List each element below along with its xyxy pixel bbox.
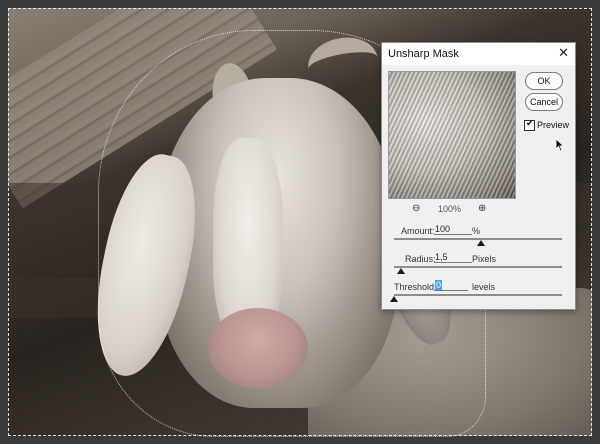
cancel-button[interactable]: Cancel <box>525 93 563 111</box>
dialog-title: Unsharp Mask <box>388 48 459 60</box>
amount-field[interactable]: 100 <box>434 224 472 235</box>
dialog-titlebar[interactable]: Unsharp Mask ✕ <box>382 43 575 65</box>
radius-label: Radius: <box>405 254 436 264</box>
preview-label: Preview <box>537 120 570 130</box>
zoom-controls: ⊖ 100% ⊕ <box>382 203 520 217</box>
threshold-label: Threshold: <box>394 282 437 292</box>
close-icon[interactable]: ✕ <box>558 46 569 60</box>
threshold-slider-track[interactable] <box>394 294 562 296</box>
amount-unit: % <box>472 226 481 236</box>
threshold-value: 0 <box>435 280 443 290</box>
mouse-pointer-icon <box>555 138 565 152</box>
checkmark-icon: ✔ <box>526 118 534 128</box>
radius-slider-track[interactable] <box>394 266 562 268</box>
amount-slider-thumb[interactable] <box>477 240 486 246</box>
radius-slider-thumb[interactable] <box>396 268 405 274</box>
ok-button[interactable]: OK <box>525 72 563 90</box>
zoom-level: 100% <box>438 204 462 214</box>
amount-label: Amount: <box>401 226 435 236</box>
threshold-slider-thumb[interactable] <box>390 296 398 302</box>
radius-field[interactable]: 1,5 <box>434 252 472 263</box>
zoom-in-icon[interactable]: ⊕ <box>478 203 486 214</box>
unsharp-mask-dialog: Unsharp Mask ✕ OK Cancel ✔ Preview ⊖ 100… <box>381 42 576 310</box>
zoom-out-icon[interactable]: ⊖ <box>412 203 420 214</box>
radius-unit: Pixels <box>472 254 497 264</box>
filter-preview[interactable] <box>388 71 516 199</box>
threshold-field[interactable]: 0 <box>434 280 468 291</box>
preview-checkbox[interactable]: ✔ <box>524 118 535 131</box>
threshold-unit: levels <box>472 282 496 292</box>
